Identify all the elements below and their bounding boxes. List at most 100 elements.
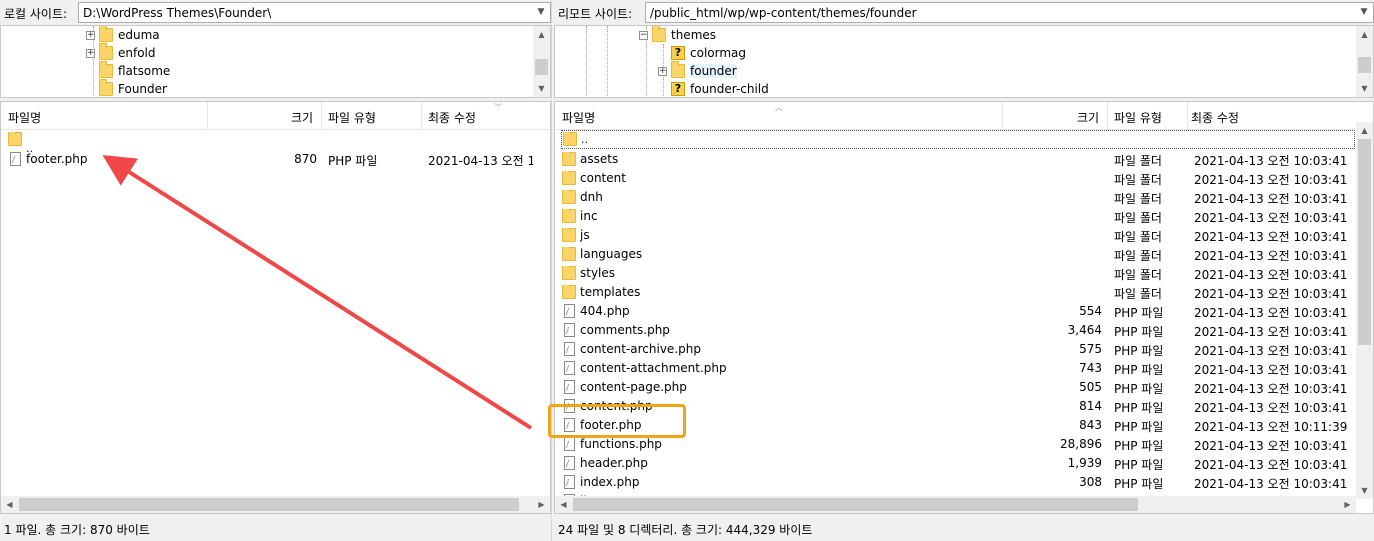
tree-item[interactable]: − themes bbox=[639, 26, 716, 44]
file-row[interactable]: inc 파일 폴더 2021-04-13 오전 10:03:41 bbox=[555, 207, 1355, 226]
file-row[interactable]: dnh 파일 폴더 2021-04-13 오전 10:03:41 bbox=[555, 188, 1355, 207]
column-header-name[interactable]: 파일명 bbox=[8, 109, 41, 126]
scroll-up-icon[interactable]: ▲ bbox=[533, 26, 550, 43]
scroll-thumb[interactable] bbox=[1358, 139, 1371, 345]
chevron-down-icon[interactable]: ▼ bbox=[1356, 3, 1372, 22]
file-row[interactable]: footer.php 870 PHP 파일 2021-04-13 오전 10:11:3… bbox=[1, 150, 533, 169]
tree-item-label: colormag bbox=[690, 46, 746, 60]
file-name: content-attachment.php bbox=[580, 361, 727, 375]
tree-item[interactable]: + eduma bbox=[86, 26, 160, 44]
sort-caret-icon: ﹀ bbox=[494, 103, 502, 112]
tree-item[interactable]: Founder bbox=[86, 79, 167, 97]
scroll-left-icon[interactable]: ◀ bbox=[1, 496, 18, 513]
remote-site-pane: 리모트 사이트: /public_html/wp/wp-content/them… bbox=[554, 0, 1374, 541]
file-row[interactable]: functions.php 28,896 PHP 파일 2021-04-13 오전 1… bbox=[555, 435, 1355, 454]
local-tree-scrollbar[interactable]: ▲ ▼ bbox=[533, 26, 550, 97]
file-row[interactable]: languages 파일 폴더 2021-04-13 오전 10:03:41 bbox=[555, 245, 1355, 264]
file-type: PHP 파일 bbox=[1114, 382, 1164, 396]
tree-item-label: founder bbox=[690, 64, 737, 78]
file-row[interactable]: templates 파일 폴더 2021-04-13 오전 10:03:41 bbox=[555, 283, 1355, 302]
tree-item[interactable]: + enfold bbox=[86, 43, 156, 62]
file-type: PHP 파일 bbox=[1114, 344, 1164, 358]
column-header-type[interactable]: 파일 유형 bbox=[1114, 109, 1162, 126]
folder-icon bbox=[562, 152, 576, 166]
file-size: 308 bbox=[1079, 475, 1102, 489]
file-row[interactable]: assets 파일 폴더 2021-04-13 오전 10:03:41 bbox=[555, 150, 1355, 169]
scroll-right-icon[interactable]: ▶ bbox=[1339, 496, 1356, 513]
tree-item[interactable]: + founder bbox=[658, 61, 737, 80]
parent-directory-row[interactable]: .. bbox=[561, 130, 1355, 149]
sort-caret-icon: ︿ bbox=[775, 103, 783, 112]
file-row[interactable]: 404.php 554 PHP 파일 2021-04-13 오전 10:03:41 bbox=[555, 302, 1355, 321]
scroll-thumb[interactable] bbox=[19, 498, 519, 511]
column-header-size[interactable]: 크기 bbox=[291, 109, 313, 126]
local-path-input[interactable]: D:\WordPress Themes\Founder\ bbox=[78, 2, 551, 23]
remote-list-vscrollbar[interactable]: ▲ ▼ bbox=[1356, 122, 1373, 499]
file-name: index.php bbox=[580, 475, 640, 489]
local-list-hscrollbar[interactable]: ◀ ▶ bbox=[1, 496, 550, 513]
file-row[interactable]: comments.php 3,464 PHP 파일 2021-04-13 오전 10:… bbox=[555, 321, 1355, 340]
expand-plus-icon[interactable]: + bbox=[658, 66, 667, 76]
column-header-name[interactable]: 파일명 bbox=[562, 109, 595, 126]
expand-plus-icon[interactable]: + bbox=[86, 30, 95, 40]
folder-icon bbox=[562, 285, 576, 299]
remote-site-bar: 리모트 사이트: /public_html/wp/wp-content/them… bbox=[554, 0, 1374, 25]
collapse-minus-icon[interactable]: − bbox=[639, 30, 648, 40]
file-icon bbox=[563, 323, 575, 337]
file-modified: 2021-04-13 오전 10:03:41 bbox=[1194, 382, 1348, 396]
file-row[interactable]: content 파일 폴더 2021-04-13 오전 10:03:41 bbox=[555, 169, 1355, 188]
file-row[interactable]: index.php 308 PHP 파일 2021-04-13 오전 10:03:41 bbox=[555, 473, 1355, 492]
file-row[interactable]: js 파일 폴더 2021-04-13 오전 10:03:41 bbox=[555, 226, 1355, 245]
file-modified: 2021-04-13 오전 10:03:41 bbox=[1194, 230, 1348, 244]
file-row[interactable]: content-attachment.php 743 PHP 파일 2021-04-1… bbox=[555, 359, 1355, 378]
file-modified: 2021-04-13 오전 10:03:41 bbox=[1194, 401, 1348, 415]
file-name: 404.php bbox=[580, 304, 630, 318]
file-modified: 2021-04-13 오전 10:03:41 bbox=[1194, 173, 1348, 187]
file-modified: 2021-04-13 오전 10:03:41 bbox=[1194, 211, 1348, 225]
file-name: inc bbox=[580, 209, 598, 223]
file-row[interactable]: content-page.php 505 PHP 파일 2021-04-13 오전 1… bbox=[555, 378, 1355, 397]
file-name: header.php bbox=[580, 456, 648, 470]
folder-icon bbox=[562, 209, 576, 223]
tree-item[interactable]: ? founder-child bbox=[658, 80, 769, 97]
tree-item[interactable]: ? colormag bbox=[658, 44, 746, 62]
file-row[interactable]: header.php 1,939 PHP 파일 2021-04-13 오전 10:03… bbox=[555, 454, 1355, 473]
column-header-type[interactable]: 파일 유형 bbox=[328, 109, 376, 126]
file-type: PHP 파일 bbox=[1114, 439, 1164, 453]
scroll-down-icon[interactable]: ▼ bbox=[1356, 80, 1373, 97]
scroll-thumb[interactable] bbox=[535, 59, 548, 75]
column-header-size[interactable]: 크기 bbox=[1077, 109, 1099, 126]
remote-status-bar: 24 파일 및 8 디렉터리. 총 크기: 444,329 바이트 bbox=[554, 517, 1374, 541]
scroll-up-icon[interactable]: ▲ bbox=[1356, 122, 1373, 139]
scroll-down-icon[interactable]: ▼ bbox=[1356, 482, 1373, 499]
column-header-modified[interactable]: 최종 수정 bbox=[1191, 109, 1239, 126]
question-icon: ? bbox=[671, 46, 685, 60]
scroll-up-icon[interactable]: ▲ bbox=[1356, 26, 1373, 43]
file-row[interactable]: styles 파일 폴더 2021-04-13 오전 10:03:41 bbox=[555, 264, 1355, 283]
file-row[interactable]: content.php 814 PHP 파일 2021-04-13 오전 10:03:… bbox=[555, 397, 1355, 416]
folder-icon bbox=[562, 228, 576, 242]
file-row[interactable]: content-archive.php 575 PHP 파일 2021-04-13 오… bbox=[555, 340, 1355, 359]
tree-item[interactable]: flatsome bbox=[86, 61, 170, 80]
scroll-right-icon[interactable]: ▶ bbox=[533, 496, 550, 513]
scroll-left-icon[interactable]: ◀ bbox=[555, 496, 572, 513]
column-header-modified[interactable]: 최종 수정 bbox=[428, 109, 476, 126]
expand-plus-icon[interactable]: + bbox=[86, 48, 95, 58]
remote-path-input[interactable]: /public_html/wp/wp-content/themes/founde… bbox=[645, 2, 1374, 23]
file-name: footer.php bbox=[26, 152, 88, 166]
file-icon bbox=[563, 361, 575, 375]
scroll-thumb[interactable] bbox=[573, 498, 1138, 511]
file-name: templates bbox=[580, 285, 641, 299]
file-type: PHP 파일 bbox=[1114, 458, 1164, 472]
scroll-down-icon[interactable]: ▼ bbox=[533, 80, 550, 97]
remote-tree-scrollbar[interactable]: ▲ ▼ bbox=[1356, 26, 1373, 97]
chevron-down-icon[interactable]: ▼ bbox=[533, 3, 549, 22]
remote-list-hscrollbar[interactable]: ◀ ▶ bbox=[555, 496, 1356, 513]
file-name: content-archive.php bbox=[580, 342, 701, 356]
file-size: 28,896 bbox=[1060, 437, 1102, 451]
folder-icon bbox=[99, 79, 113, 96]
file-icon bbox=[563, 475, 575, 489]
scroll-thumb[interactable] bbox=[1358, 57, 1371, 73]
local-file-list: 파일명 크기 파일 유형 최종 수정 ﹀ .. footer.php 870 PHP… bbox=[0, 101, 551, 514]
file-row[interactable]: footer.php 843 PHP 파일 2021-04-13 오전 10:11:3… bbox=[555, 416, 1355, 435]
